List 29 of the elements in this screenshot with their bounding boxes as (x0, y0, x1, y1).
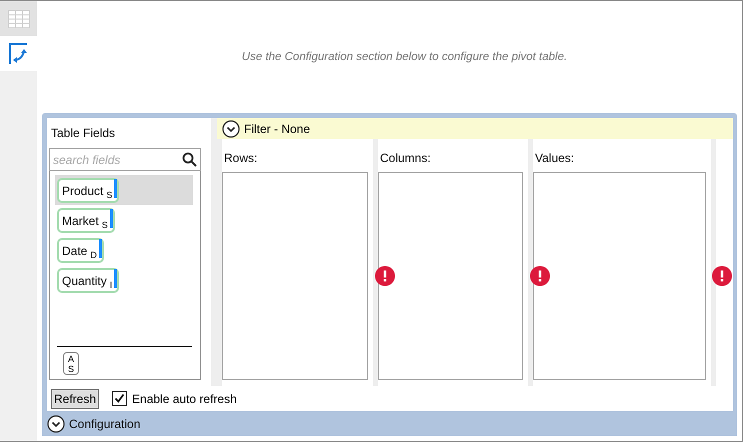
refresh-button[interactable]: Refresh (51, 388, 100, 408)
field-row[interactable]: Date D (55, 235, 193, 265)
zone-label: Columns: (380, 151, 431, 165)
error-icon (530, 266, 550, 286)
field-chip[interactable]: Product S (57, 178, 120, 202)
zone-label: Values: (535, 151, 574, 165)
expand-icon[interactable] (222, 120, 240, 138)
field-row[interactable]: Quantity I (55, 265, 193, 295)
search-field[interactable]: search fields (49, 148, 201, 171)
section-title[interactable]: Configuration (69, 416, 140, 430)
search-icon[interactable] (182, 152, 197, 167)
checkbox-label[interactable]: Enable auto refresh (132, 392, 237, 406)
filter-label[interactable]: Filter - None (244, 122, 310, 136)
sort-button[interactable]: A S (63, 352, 79, 375)
checkbox[interactable] (112, 391, 128, 406)
instruction-text: Use the Configuration section below to configure the pivot table. (242, 51, 568, 63)
field-chip[interactable]: Market S (57, 208, 115, 232)
field-chip[interactable]: Date D (57, 238, 104, 262)
grid-icon (8, 8, 30, 28)
field-chip[interactable]: Quantity I (57, 268, 120, 292)
expand-icon[interactable] (47, 414, 65, 432)
panel-title: Table Fields (51, 126, 116, 140)
field-row[interactable]: Product S (55, 175, 193, 205)
field-row[interactable]: Market S (55, 205, 193, 235)
pivot-icon (8, 42, 28, 64)
zone-panel[interactable] (711, 139, 733, 386)
zone-label: Rows: (224, 151, 258, 165)
sidebar-item[interactable] (0, 36, 37, 71)
error-icon (375, 266, 395, 286)
